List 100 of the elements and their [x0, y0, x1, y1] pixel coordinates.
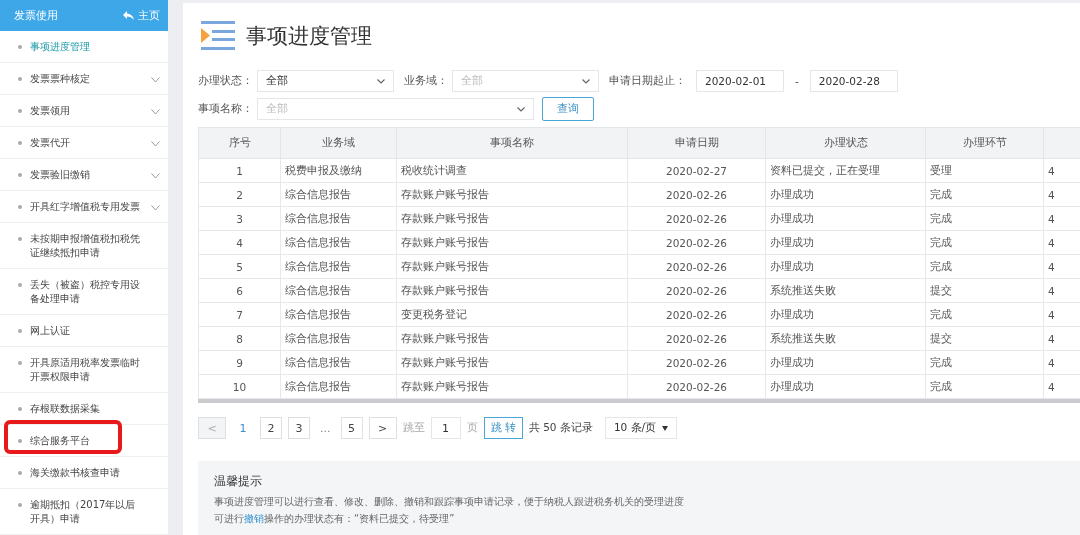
bullet-icon: [18, 361, 22, 365]
table-cell: 完成: [930, 307, 952, 320]
chevron-down-icon: [582, 78, 590, 84]
sidebar-item[interactable]: 逾期抵扣（2017年以后开具）申请: [0, 489, 168, 535]
table-cell: 2020-02-26: [666, 236, 727, 249]
table-cell: 8: [236, 332, 243, 345]
sidebar-item[interactable]: 开具红字增值税专用发票: [0, 191, 168, 223]
bullet-icon: [18, 141, 22, 145]
table-cell: 10: [232, 380, 247, 393]
table-cell: 5: [236, 260, 243, 273]
page-button[interactable]: 5: [340, 417, 363, 439]
chevron-down-icon: [377, 78, 385, 84]
table-cell: 9: [236, 356, 243, 369]
table-cell: 2020-02-26: [666, 308, 727, 321]
table-cell: 完成: [930, 235, 952, 248]
table-cell: 办理成功: [770, 259, 814, 272]
table-cell: 提交: [930, 331, 952, 344]
bullet-icon: [18, 109, 22, 113]
table-cell: 4: [1048, 188, 1055, 201]
column-header: 办理状态: [823, 136, 868, 148]
table-cell: 办理成功: [770, 355, 814, 368]
bullet-icon: [18, 283, 22, 287]
table-cell: 3: [236, 212, 243, 225]
table-cell: 2020-02-26: [666, 212, 727, 225]
bullet-icon: [18, 77, 22, 81]
scrollbar[interactable]: [198, 399, 1080, 403]
table-cell: 完成: [930, 355, 952, 368]
sidebar-item[interactable]: 发票领用: [0, 95, 168, 127]
table-cell: 存款账户账号报告: [401, 235, 489, 248]
table-cell: 系统推送失败: [770, 283, 836, 296]
table-cell: 2020-02-27: [666, 164, 727, 177]
table-cell: 2020-02-26: [666, 260, 727, 273]
sidebar-item[interactable]: 开具原适用税率发票临时开票权限申请: [0, 347, 168, 393]
tips-title: 温馨提示: [214, 473, 263, 490]
table-cell: 2020-02-26: [666, 332, 727, 345]
sidebar-item[interactable]: 海关缴款书核查申请: [0, 457, 168, 489]
table-cell: 存款账户账号报告: [401, 355, 489, 368]
bullet-icon: [18, 237, 22, 241]
table-cell: 综合信息报告: [285, 235, 351, 248]
table-cell: 4: [1048, 332, 1055, 345]
filter-label: 办理状态：: [198, 74, 253, 88]
table-cell: 4: [236, 236, 243, 249]
sidebar-item[interactable]: 发票票种核定: [0, 63, 168, 95]
start-date-field[interactable]: 2020-02-01: [696, 70, 784, 92]
table-cell: 办理成功: [770, 307, 814, 320]
table-cell: 2020-02-26: [666, 356, 727, 369]
page-button[interactable]: 3: [288, 417, 310, 439]
table-cell: 2: [236, 188, 243, 201]
end-date-field[interactable]: 2020-02-28: [809, 70, 898, 92]
table-cell: 4: [1048, 356, 1055, 369]
table-cell: 综合信息报告: [285, 283, 351, 296]
table-cell: 系统推送失败: [770, 331, 836, 344]
table-cell: 4: [1048, 212, 1055, 225]
date-separator: -: [795, 75, 799, 87]
sidebar-item[interactable]: 发票代开: [0, 127, 168, 159]
sidebar-item[interactable]: 综合服务平台: [0, 425, 168, 457]
query-button[interactable]: 查询: [542, 97, 594, 121]
table-cell: 存款账户账号报告: [401, 379, 489, 392]
tips-text: 事项进度管理可以进行查看、修改、删除、撤销和跟踪事项申请记录，便于纳税人跟进税务机关的受理进度: [214, 495, 685, 509]
next-page-button[interactable]: >: [368, 417, 397, 439]
table-cell: 4: [1048, 164, 1055, 177]
filter-label: 业务域：: [404, 74, 448, 88]
column-header: 业务域: [322, 136, 355, 148]
table-cell: 1: [236, 164, 243, 177]
sidebar-item[interactable]: 事项进度管理: [0, 31, 168, 63]
table-cell: 存款账户账号报告: [401, 331, 489, 344]
column-header: 申请日期: [674, 136, 719, 148]
column-header: 事项名称: [490, 136, 534, 148]
bullet-icon: [18, 205, 22, 209]
status-dropdown[interactable]: 全部: [257, 70, 394, 92]
table-cell: 存款账户账号报告: [401, 283, 489, 296]
jump-button[interactable]: 跳 转: [483, 417, 523, 439]
bullet-icon: [18, 439, 22, 443]
bullet-icon: [18, 407, 22, 411]
table-cell: 4: [1048, 236, 1055, 249]
total-records: 共 50 条记录: [528, 421, 593, 435]
table-cell: 综合信息报告: [285, 211, 351, 224]
table-cell: 2020-02-26: [666, 380, 727, 393]
dropdown-triangle-icon: [662, 425, 669, 431]
sidebar-item[interactable]: 存根联数据采集: [0, 393, 168, 425]
table-cell: 税费申报及缴纳: [285, 163, 362, 176]
table-cell: 综合信息报告: [285, 331, 351, 344]
list-icon: [200, 21, 236, 51]
jump-label: 跳至: [402, 421, 425, 435]
page-size-dropdown[interactable]: 10 条/页: [604, 417, 678, 439]
page-number-field[interactable]: 1: [430, 417, 461, 439]
chevron-down-icon: [517, 106, 525, 112]
sidebar-item[interactable]: 网上认证: [0, 315, 168, 347]
column-header: 序号: [228, 136, 251, 148]
sidebar-item[interactable]: 未按期申报增值税扣税凭证继续抵扣申请: [0, 223, 168, 269]
table-cell: 综合信息报告: [285, 355, 351, 368]
table-cell: 提交: [930, 283, 952, 296]
page-title: 事项进度管理: [246, 23, 372, 50]
page-button[interactable]: 2: [260, 417, 282, 439]
table-cell: 变更税务登记: [401, 307, 467, 320]
table-cell: 2020-02-26: [666, 188, 727, 201]
sidebar-item[interactable]: 发票验旧缴销: [0, 159, 168, 191]
table-cell: 综合信息报告: [285, 307, 351, 320]
sidebar-item[interactable]: 丢失（被盗）税控专用设备处理申请: [0, 269, 168, 315]
table-cell: 综合信息报告: [285, 259, 351, 272]
